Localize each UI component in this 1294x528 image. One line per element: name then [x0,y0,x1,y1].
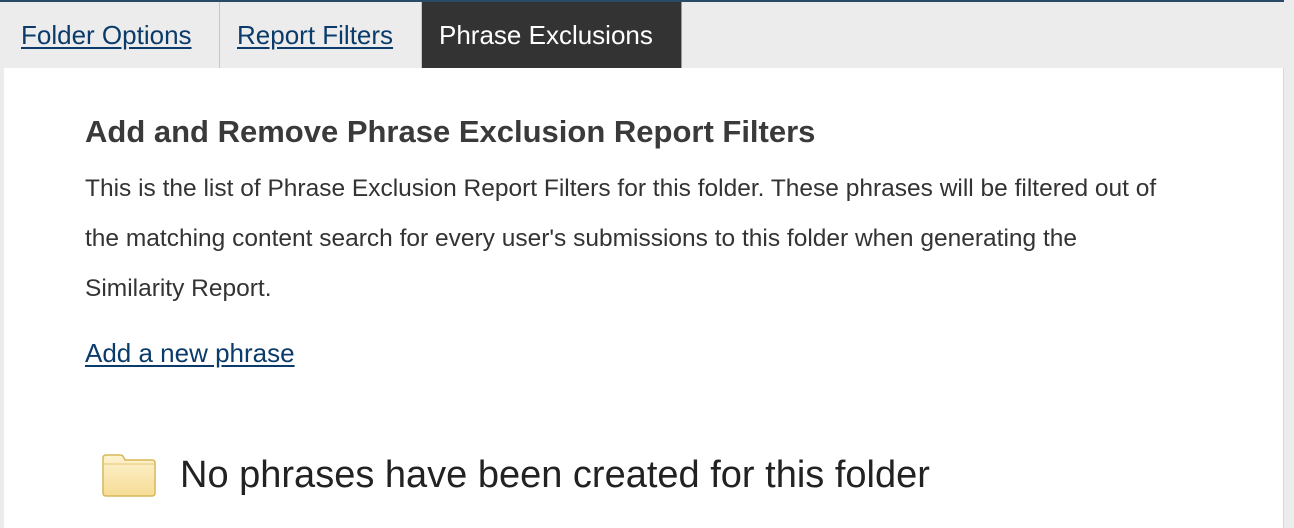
tab-bar: Folder Options Report Filters Phrase Exc… [4,2,682,68]
tab-phrase-exclusions[interactable]: Phrase Exclusions [422,2,682,68]
panel-description: This is the list of Phrase Exclusion Rep… [85,175,1157,302]
panel-heading: Add and Remove Phrase Exclusion Report F… [85,114,816,149]
phrase-exclusions-panel: Add and Remove Phrase Exclusion Report F… [4,68,1284,528]
tab-folder-options[interactable]: Folder Options [4,2,220,68]
empty-state-message: No phrases have been created for this fo… [180,454,930,496]
folder-icon [102,454,156,497]
add-new-phrase-link[interactable]: Add a new phrase [85,338,295,369]
page: Folder Options Report Filters Phrase Exc… [0,0,1294,528]
tab-report-filters[interactable]: Report Filters [220,2,422,68]
